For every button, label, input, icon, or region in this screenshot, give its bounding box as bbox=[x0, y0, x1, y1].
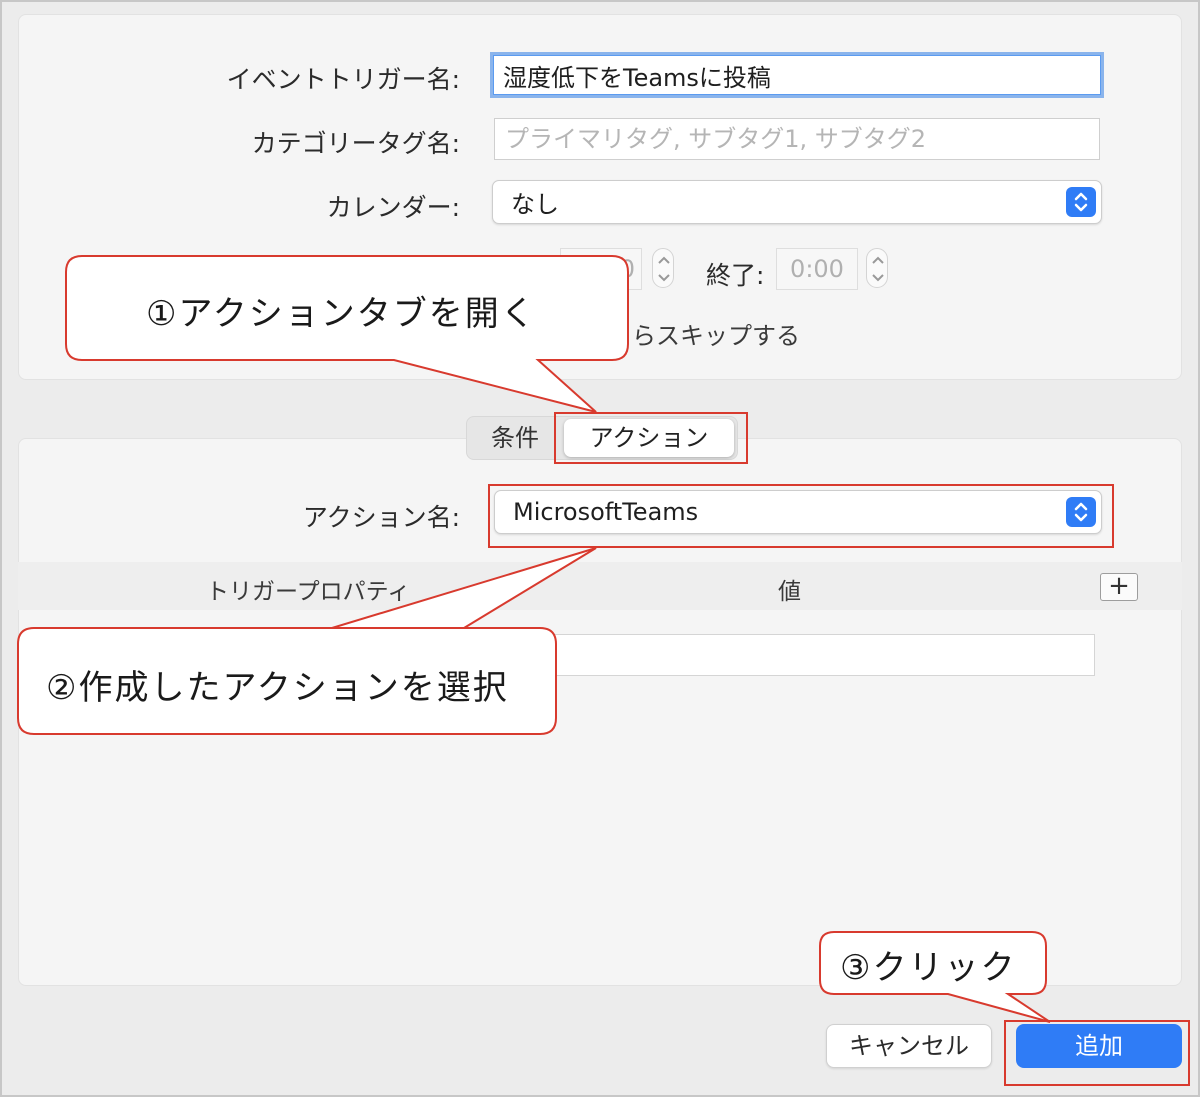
action-name-label: アクション名: bbox=[302, 503, 460, 532]
calendar-select-value: なし bbox=[511, 190, 559, 219]
start-time-value: 0 bbox=[619, 255, 635, 283]
tab-condition[interactable]: 条件 bbox=[467, 417, 563, 459]
skip-option-text: らスキップする bbox=[632, 322, 800, 350]
calendar-chevron-updown-icon bbox=[1066, 187, 1096, 217]
end-time-field[interactable]: 0:00 bbox=[776, 248, 858, 290]
column-header-value: 値 bbox=[778, 579, 801, 605]
calendar-label: カレンダー: bbox=[326, 193, 460, 222]
add-button[interactable]: 追加 bbox=[1016, 1024, 1182, 1068]
event-name-input[interactable] bbox=[490, 52, 1104, 98]
end-time-label: 終了: bbox=[706, 261, 765, 290]
end-time-stepper[interactable] bbox=[866, 248, 888, 288]
tab-segmented-control: 条件 アクション bbox=[466, 416, 738, 460]
action-name-select[interactable]: MicrosoftTeams bbox=[494, 490, 1102, 534]
property-table-header: トリガープロパティ 値 bbox=[18, 562, 1182, 610]
category-input[interactable] bbox=[494, 118, 1100, 160]
tab-action[interactable]: アクション bbox=[564, 419, 734, 457]
action-name-value: MicrosoftTeams bbox=[513, 498, 699, 526]
event-name-label: イベントトリガー名: bbox=[226, 65, 460, 94]
add-row-button[interactable]: + bbox=[1100, 573, 1138, 601]
category-label: カテゴリータグ名: bbox=[251, 129, 460, 158]
calendar-select[interactable]: なし bbox=[492, 180, 1102, 224]
column-header-property: トリガープロパティ bbox=[206, 579, 411, 605]
action-chevron-updown-icon bbox=[1066, 497, 1096, 527]
cancel-button[interactable]: キャンセル bbox=[826, 1024, 992, 1068]
start-time-field[interactable]: 0 bbox=[560, 248, 642, 290]
start-time-stepper[interactable] bbox=[652, 248, 674, 288]
property-value-input[interactable] bbox=[530, 634, 1095, 676]
